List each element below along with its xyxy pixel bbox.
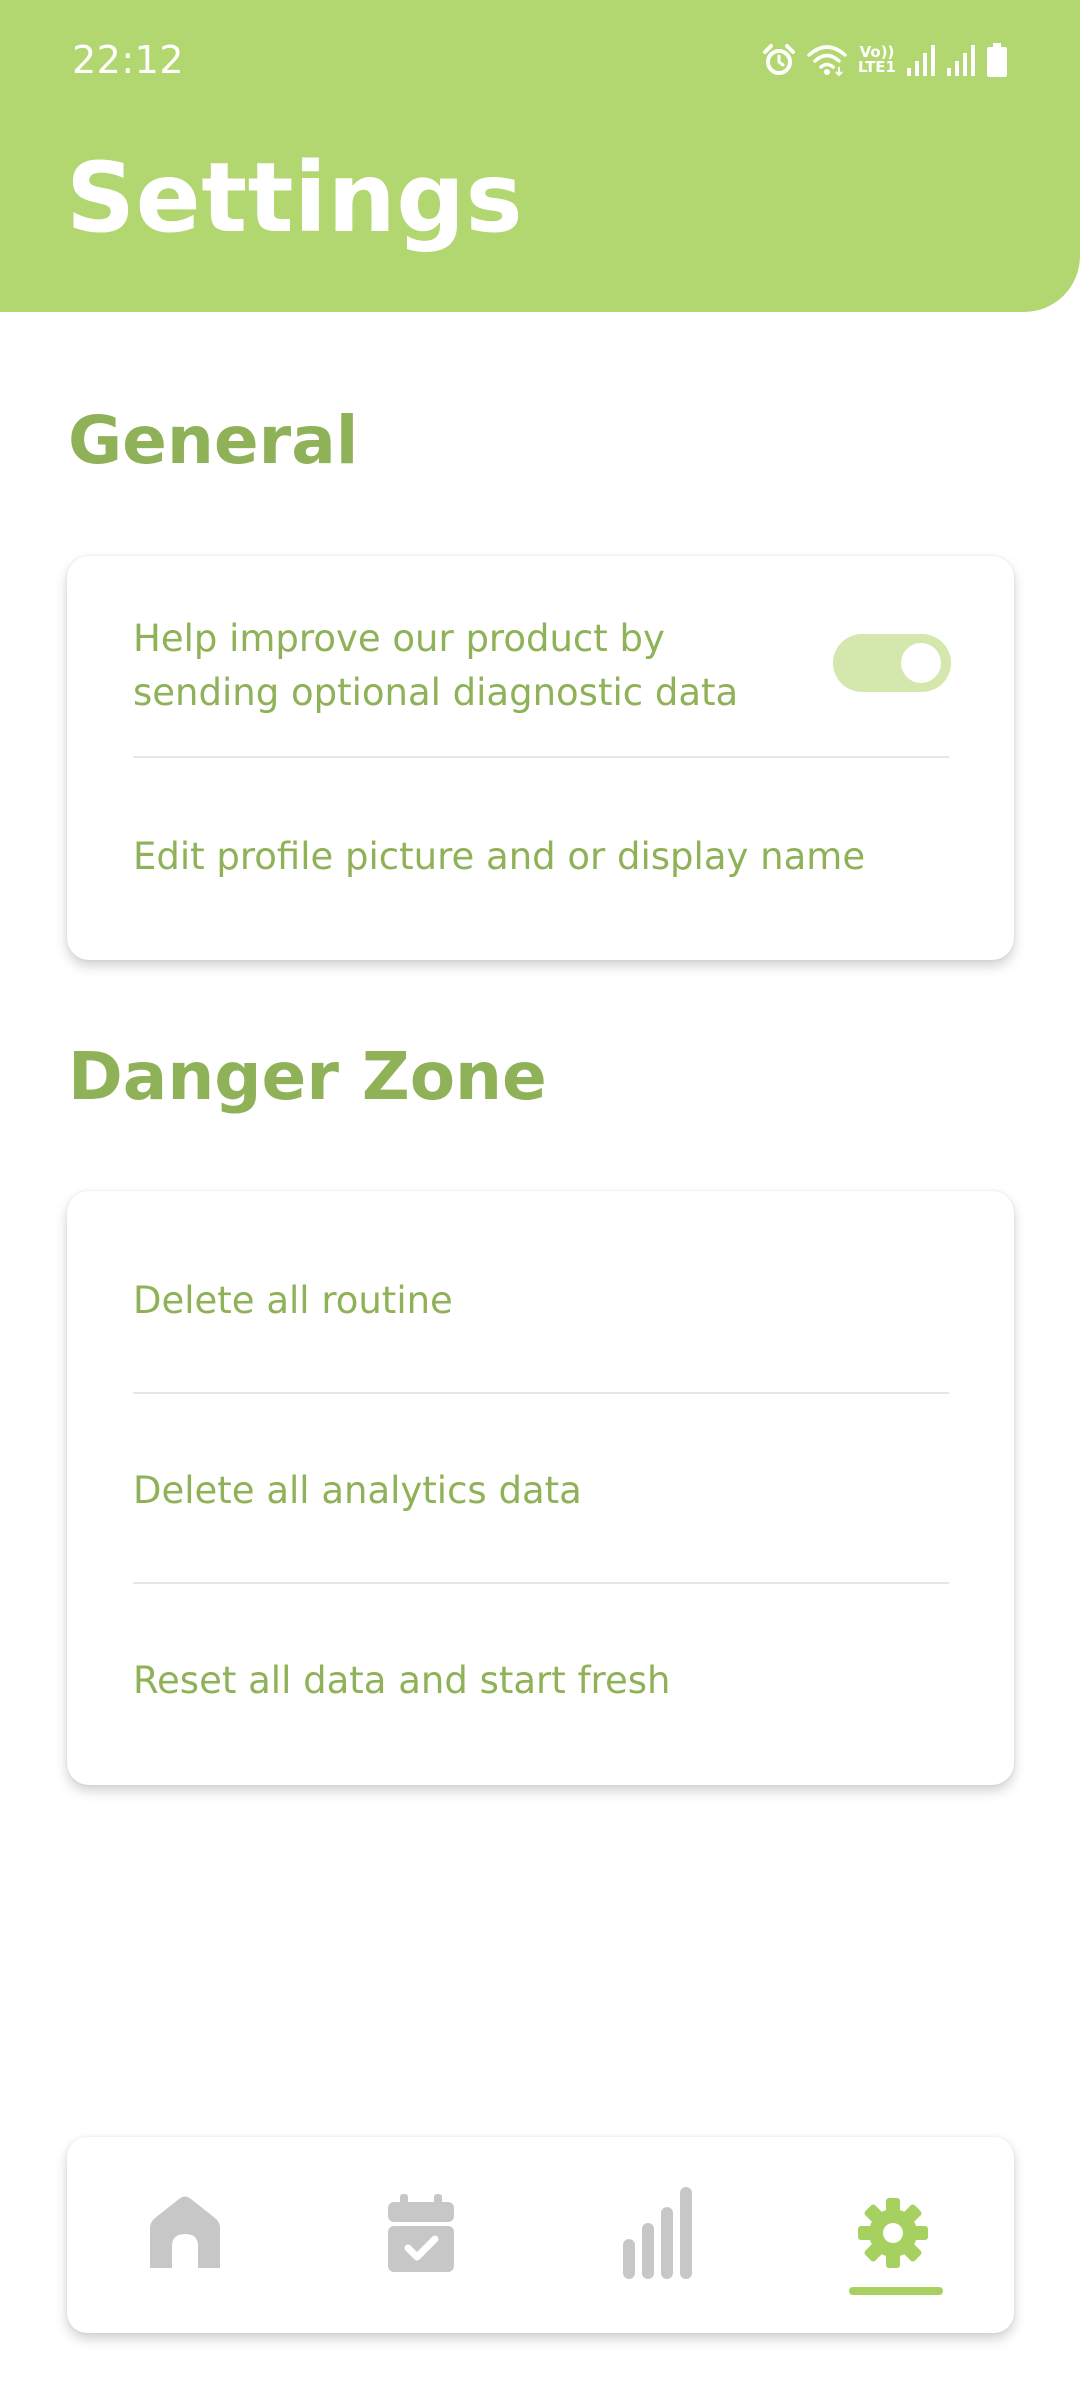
signal-icon bbox=[946, 44, 976, 76]
general-section-title: General bbox=[68, 402, 359, 479]
divider bbox=[133, 1392, 949, 1394]
bottom-nav bbox=[67, 2137, 1014, 2333]
nav-analytics[interactable] bbox=[539, 2137, 775, 2333]
divider bbox=[133, 1582, 949, 1584]
volte-label-bottom: LTE1 bbox=[858, 58, 896, 76]
status-icons: Vo)) LTE1 bbox=[762, 40, 1008, 80]
reset-all-data-item[interactable]: Reset all data and start fresh bbox=[133, 1654, 949, 1708]
bar-chart-icon bbox=[621, 2187, 693, 2283]
status-time: 22:12 bbox=[72, 38, 185, 82]
battery-icon bbox=[986, 43, 1008, 77]
wifi-icon bbox=[806, 43, 848, 77]
alarm-icon bbox=[762, 43, 796, 77]
danger-zone-card: Delete all routine Delete all analytics … bbox=[67, 1191, 1014, 1785]
page-title: Settings bbox=[66, 142, 524, 254]
toggle-knob bbox=[901, 643, 941, 683]
volte-icon: Vo)) LTE1 bbox=[858, 45, 896, 75]
status-bar: 22:12 Vo)) LTE1 bbox=[0, 0, 1080, 120]
general-card: Help improve our product by sending opti… bbox=[67, 556, 1014, 960]
nav-calendar[interactable] bbox=[303, 2137, 539, 2333]
danger-zone-section-title: Danger Zone bbox=[68, 1038, 547, 1115]
gear-icon bbox=[857, 2197, 929, 2273]
edit-profile-item[interactable]: Edit profile picture and or display name bbox=[133, 830, 949, 884]
divider bbox=[133, 756, 949, 758]
active-tab-indicator bbox=[849, 2287, 943, 2295]
nav-home[interactable] bbox=[67, 2137, 303, 2333]
diagnostics-toggle[interactable] bbox=[833, 634, 951, 692]
diagnostics-label: Help improve our product by sending opti… bbox=[133, 617, 739, 714]
delete-routine-item[interactable]: Delete all routine bbox=[133, 1274, 949, 1328]
header: 22:12 Vo)) LTE1 Settings bbox=[0, 0, 1080, 312]
settings-screen: 22:12 Vo)) LTE1 Settings General Help im… bbox=[0, 0, 1080, 2400]
home-icon bbox=[146, 2194, 224, 2276]
signal-icon bbox=[906, 44, 936, 76]
nav-settings[interactable] bbox=[775, 2137, 1011, 2333]
calendar-check-icon bbox=[386, 2194, 456, 2276]
delete-analytics-item[interactable]: Delete all analytics data bbox=[133, 1464, 949, 1518]
